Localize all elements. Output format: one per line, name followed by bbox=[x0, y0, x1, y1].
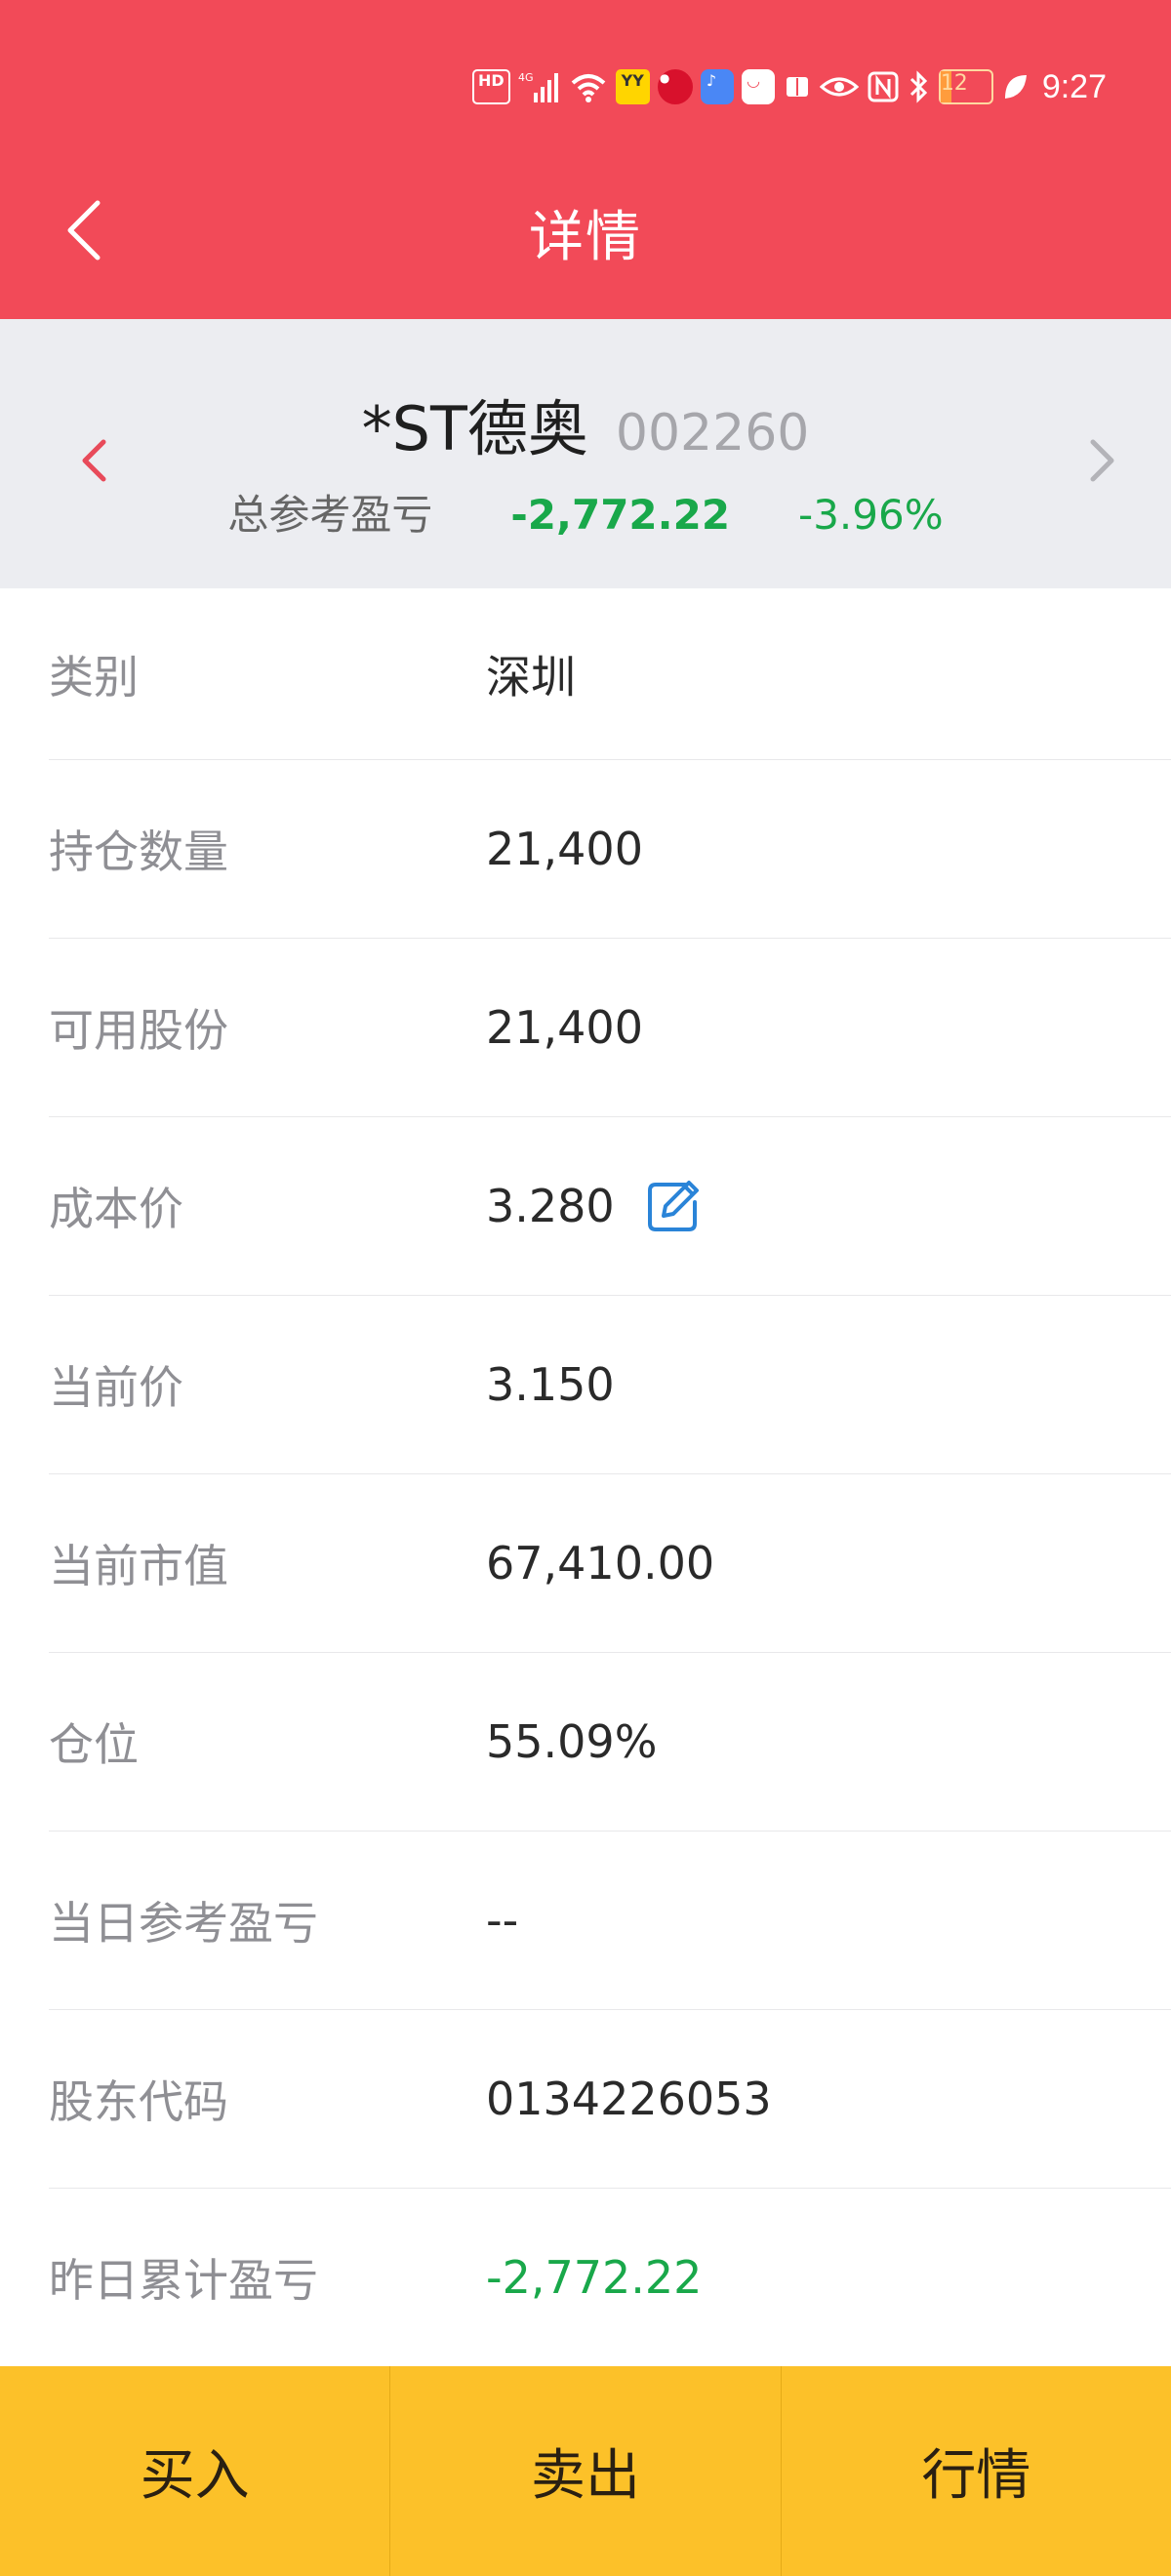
bluetooth-icon bbox=[909, 70, 927, 103]
row-label: 股东代码 bbox=[49, 2075, 228, 2128]
stock-summary: *ST德奥 002260 总参考盈亏 -2,772.22 -3.96% bbox=[0, 319, 1171, 588]
total-pl-line: 总参考盈亏 -2,772.22 -3.96% bbox=[0, 482, 1171, 542]
row-value: 67,410.00 bbox=[486, 1537, 715, 1590]
action-bar: 买入 卖出 行情 bbox=[0, 2366, 1171, 2576]
row-label: 仓位 bbox=[49, 1718, 139, 1771]
detail-row-category: 类别 深圳 bbox=[49, 588, 1171, 760]
total-pl-value: -2,772.22 bbox=[510, 491, 731, 539]
row-value: 21,400 bbox=[486, 1001, 643, 1054]
yy-app-icon: YY bbox=[615, 69, 650, 104]
detail-row-price: 当前价 3.150 bbox=[49, 1296, 1171, 1474]
stock-header: *ST德奥 002260 bbox=[0, 380, 1171, 467]
status-bar: HD 4G YY ● ♪ ◡ 12 9:27 bbox=[471, 64, 1107, 109]
row-value: 21,400 bbox=[486, 823, 643, 875]
detail-row-market-value: 当前市值 67,410.00 bbox=[49, 1474, 1171, 1653]
row-value: 0134226053 bbox=[486, 2073, 772, 2125]
sell-button[interactable]: 卖出 bbox=[390, 2366, 782, 2576]
app-header: HD 4G YY ● ♪ ◡ 12 9:27 详情 bbox=[0, 0, 1171, 319]
stock-name: *ST德奥 bbox=[361, 393, 588, 464]
book-icon bbox=[786, 77, 808, 97]
detail-row-holding: 持仓数量 21,400 bbox=[49, 760, 1171, 939]
row-value: -- bbox=[486, 1894, 519, 1947]
chevron-right-icon bbox=[1090, 439, 1114, 482]
total-pl-percent: -3.96% bbox=[798, 491, 944, 539]
detail-row-position: 仓位 55.09% bbox=[49, 1653, 1171, 1831]
detail-row-daily-pl: 当日参考盈亏 -- bbox=[49, 1831, 1171, 2010]
store-app-icon: ◡ bbox=[741, 69, 775, 104]
row-value: 深圳 bbox=[486, 650, 576, 704]
status-time: 9:27 bbox=[1041, 67, 1107, 105]
row-label: 当前市值 bbox=[49, 1540, 228, 1592]
next-stock-button[interactable] bbox=[1073, 426, 1132, 495]
total-pl-label: 总参考盈亏 bbox=[227, 491, 433, 539]
hd-icon: HD bbox=[471, 69, 510, 104]
quote-button[interactable]: 行情 bbox=[782, 2366, 1171, 2576]
row-label: 类别 bbox=[49, 650, 139, 704]
row-label: 成本价 bbox=[49, 1183, 183, 1235]
tmall-app-icon: ● bbox=[657, 69, 693, 104]
edit-icon[interactable] bbox=[646, 1179, 701, 1233]
signal-4g-icon: 4G bbox=[518, 71, 558, 102]
row-label: 持仓数量 bbox=[49, 825, 228, 878]
row-value: 55.09% bbox=[486, 1715, 658, 1768]
nfc-icon bbox=[868, 71, 899, 102]
row-label: 当日参考盈亏 bbox=[49, 1897, 318, 1950]
leaf-icon bbox=[1004, 75, 1027, 99]
detail-list: 类别 深圳 持仓数量 21,400 可用股份 21,400 成本价 3.280 … bbox=[0, 588, 1171, 2366]
music-app-icon: ♪ bbox=[700, 69, 734, 104]
buy-button[interactable]: 买入 bbox=[0, 2366, 391, 2576]
row-value: 3.150 bbox=[486, 1358, 615, 1411]
row-label: 昨日累计盈亏 bbox=[49, 2254, 318, 2307]
detail-row-holder-code: 股东代码 0134226053 bbox=[49, 2010, 1171, 2189]
detail-row-available: 可用股份 21,400 bbox=[49, 939, 1171, 1117]
page-title: 详情 bbox=[529, 206, 642, 269]
row-label: 当前价 bbox=[49, 1361, 183, 1414]
row-value-cost: 3.280 bbox=[486, 1179, 701, 1233]
stock-code: 002260 bbox=[615, 404, 810, 463]
battery-icon: 12 bbox=[938, 69, 993, 104]
detail-row-yesterday-pl: 昨日累计盈亏 -2,772.22 bbox=[49, 2189, 1171, 2366]
row-label: 可用股份 bbox=[49, 1004, 228, 1057]
eye-icon bbox=[819, 77, 859, 97]
row-value: -2,772.22 bbox=[486, 2251, 703, 2304]
svg-text:4G: 4G bbox=[518, 71, 534, 84]
cost-price-value: 3.280 bbox=[486, 1180, 615, 1232]
wifi-icon bbox=[571, 74, 605, 102]
detail-row-cost: 成本价 3.280 bbox=[49, 1117, 1171, 1296]
